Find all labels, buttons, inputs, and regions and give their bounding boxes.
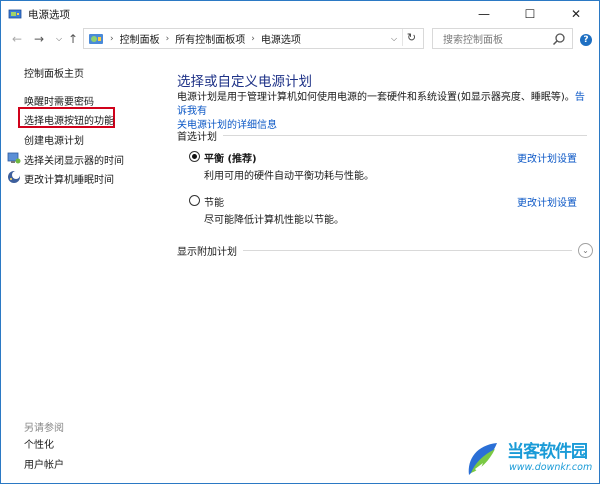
preferred-plans-label: 首选计划 [177, 131, 217, 143]
display-shield-icon [7, 152, 21, 164]
divider [243, 249, 572, 251]
breadcrumb-separator: › [110, 33, 114, 44]
search-input[interactable]: 搜索控制面板 [432, 28, 573, 49]
watermark-brand: 当客软件园 [507, 442, 588, 462]
watermark-url: www.downkr.com [509, 462, 593, 473]
show-additional-plans-label[interactable]: 显示附加计划 [177, 243, 237, 258]
breadcrumb-power-options[interactable]: 电源选项 [261, 31, 301, 46]
back-button[interactable]: ← [9, 30, 25, 48]
minimize-button[interactable]: — [461, 1, 507, 27]
sidebar-item-control-panel-home[interactable]: 控制面板主页 [24, 65, 84, 80]
navigation-bar: ← → ⌵ ↑ › 控制面板 › 所有控制面板项 › 电源选项 ⌵ ↻ 搜索控制… [1, 27, 599, 51]
breadcrumb-separator: › [251, 33, 255, 44]
help-button[interactable]: ? [580, 34, 592, 46]
sleep-moon-icon [8, 171, 20, 183]
plan-radio-power-saver[interactable] [189, 195, 200, 206]
address-dropdown-icon[interactable]: ⌵ [387, 31, 401, 46]
plan-desc: 利用可用的硬件自动平衡功耗与性能。 [204, 171, 374, 182]
divider [223, 134, 587, 136]
description-text: 电源计划是用于管理计算机如何使用电源的一套硬件和系统设置(如显示器亮度、睡眠等)… [177, 92, 575, 103]
breadcrumb-all-items[interactable]: 所有控制面板项 [175, 31, 245, 46]
change-plan-settings-link[interactable]: 更改计划设置 [517, 194, 577, 209]
expand-chevron-icon[interactable]: ⌄ [578, 242, 593, 258]
plan-name[interactable]: 节能 [204, 194, 224, 209]
see-also-heading: 另请参阅 [24, 423, 64, 434]
control-panel-icon [89, 33, 103, 44]
change-plan-settings-link[interactable]: 更改计划设置 [517, 150, 577, 165]
sidebar-item-personalization[interactable]: 个性化 [24, 436, 54, 451]
breadcrumb-separator: › [165, 33, 170, 44]
search-icon [552, 32, 565, 45]
sidebar-item-require-password[interactable]: 唤醒时需要密码 [24, 93, 94, 108]
preferred-plans-header: 首选计划 [177, 128, 587, 143]
breadcrumb-control-panel[interactable]: 控制面板 [120, 31, 160, 46]
search-placeholder: 搜索控制面板 [443, 35, 503, 46]
power-options-window: 电源选项 — ☐ ✕ ← → ⌵ ↑ › 控制面板 › 所有控制面板项 › 电源… [0, 0, 600, 484]
show-additional-plans[interactable]: 显示附加计划 ⌄ [177, 242, 593, 258]
sidebar-item-display-off[interactable]: 选择关闭显示器的时间 [24, 152, 124, 167]
sidebar: 控制面板主页 唤醒时需要密码 选择电源按钮的功能 创建电源计划 选择关闭显示器的… [1, 51, 161, 483]
watermark-logo [468, 443, 497, 475]
sidebar-item-sleep-time[interactable]: 更改计算机睡眠时间 [24, 171, 114, 186]
maximize-button[interactable]: ☐ [507, 1, 553, 27]
window-title: 电源选项 [28, 9, 70, 21]
plan-description: 电源计划是用于管理计算机如何使用电源的一套硬件和系统设置(如显示器亮度、睡眠等)… [177, 91, 587, 133]
watermark: 当客软件园 www.downkr.com [461, 433, 599, 483]
address-bar[interactable]: › 控制面板 › 所有控制面板项 › 电源选项 ⌵ [83, 28, 424, 49]
page-title: 选择或自定义电源计划 [177, 74, 312, 90]
forward-button[interactable]: → [31, 30, 47, 48]
refresh-button[interactable]: ↻ [402, 29, 420, 46]
plan-name[interactable]: 平衡 (推荐) [204, 150, 257, 165]
plan-desc: 尽可能降低计算机性能以节能。 [204, 215, 344, 226]
sidebar-item-power-button[interactable]: 选择电源按钮的功能 [24, 112, 114, 127]
sidebar-item-user-accounts[interactable]: 用户帐户 [24, 456, 64, 471]
up-button[interactable]: ↑ [65, 30, 81, 48]
plan-radio-balanced[interactable] [189, 151, 200, 162]
sidebar-item-create-plan[interactable]: 创建电源计划 [24, 132, 84, 147]
power-options-icon [8, 9, 22, 19]
close-button[interactable]: ✕ [553, 1, 599, 27]
title-bar: 电源选项 — ☐ ✕ [1, 1, 599, 27]
